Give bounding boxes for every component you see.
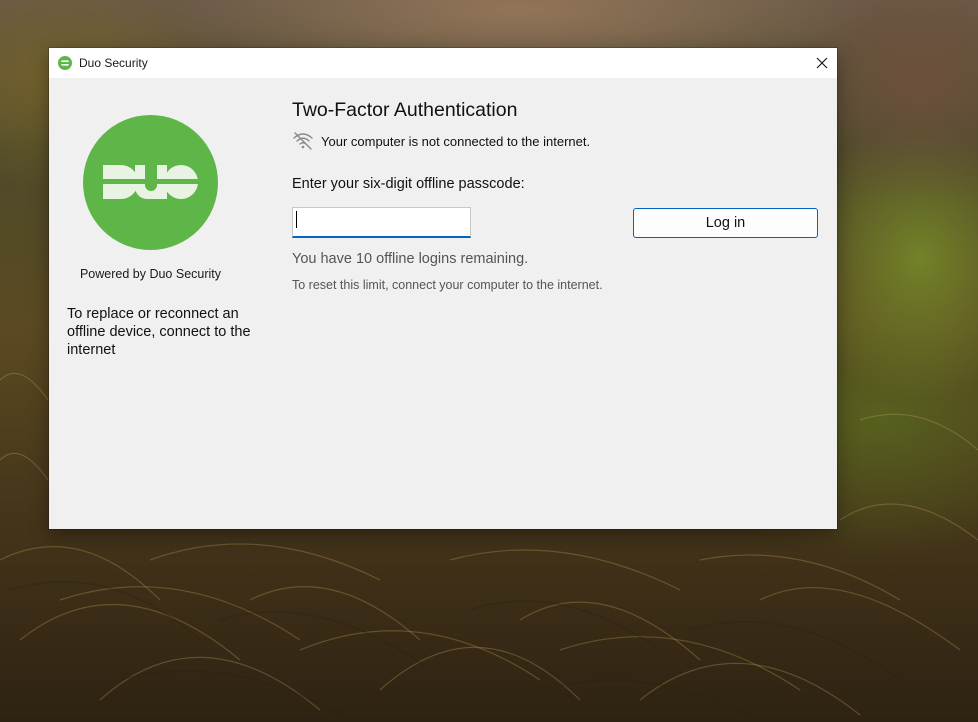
- logins-remaining: You have 10 offline logins remaining.: [292, 251, 529, 267]
- passcode-input[interactable]: [292, 207, 471, 238]
- close-icon: [816, 57, 828, 69]
- text-caret: [296, 211, 297, 228]
- login-button[interactable]: Log in: [633, 208, 818, 238]
- reset-limit-note: To reset this limit, connect your comput…: [292, 278, 603, 292]
- page-title: Two-Factor Authentication: [292, 99, 518, 121]
- passcode-prompt: Enter your six-digit offline passcode:: [292, 176, 525, 192]
- window-title: Duo Security: [79, 56, 148, 70]
- duo-app-icon: [58, 56, 72, 70]
- close-button[interactable]: [807, 48, 837, 78]
- duo-logo: [83, 115, 218, 250]
- title-bar[interactable]: Duo Security: [49, 48, 837, 78]
- offline-message: Your computer is not connected to the in…: [321, 134, 591, 149]
- reconnect-note: To replace or reconnect an offline devic…: [67, 306, 251, 358]
- powered-by-label: Powered by Duo Security: [79, 267, 222, 281]
- duo-dialog-window: Duo Security Powered by Duo Security To …: [49, 48, 837, 529]
- wifi-off-icon: [293, 132, 313, 150]
